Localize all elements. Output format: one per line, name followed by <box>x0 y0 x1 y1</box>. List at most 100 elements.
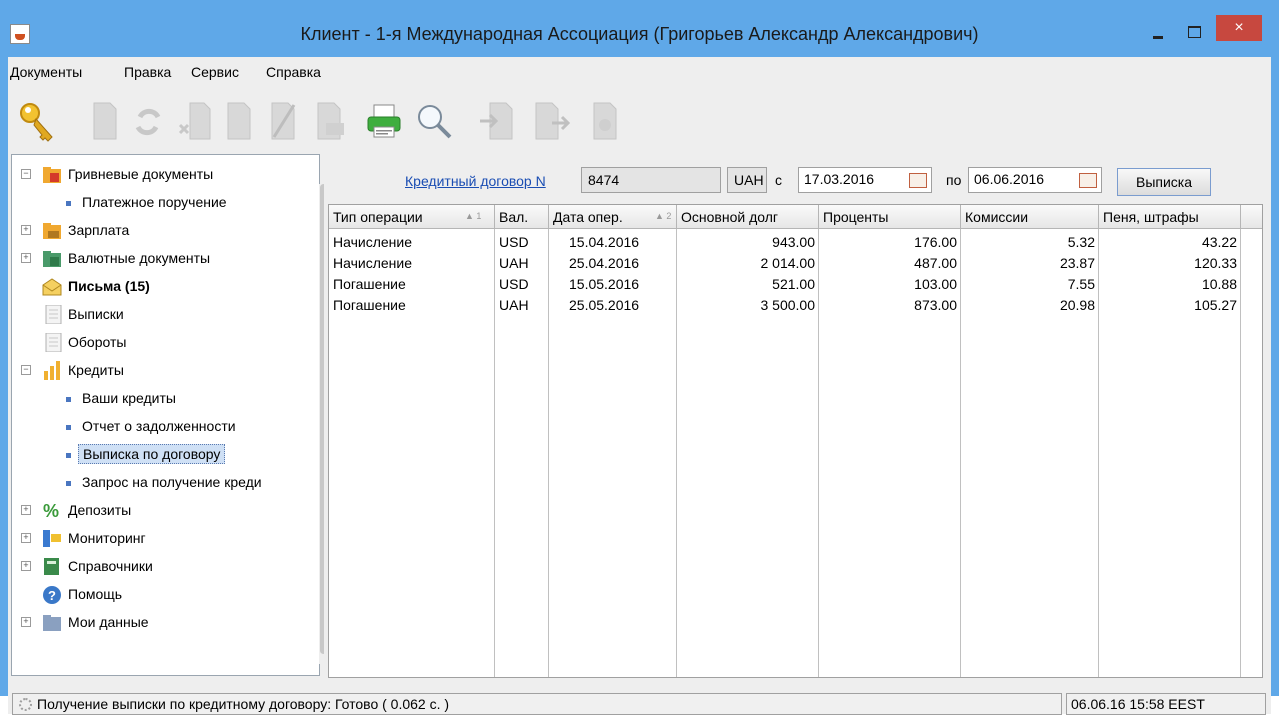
cell-commission: 5.32 <box>1067 234 1095 250</box>
column-header-interest[interactable]: Проценты <box>819 205 961 229</box>
cell-currency: USD <box>499 276 529 292</box>
cell-commission: 7.55 <box>1067 276 1095 292</box>
document-icon[interactable] <box>306 97 350 145</box>
tree-label: Мониторинг <box>68 530 146 546</box>
progress-spinner-icon <box>19 698 32 711</box>
tree-label: Мои данные <box>68 614 149 630</box>
export-icon[interactable] <box>528 97 572 145</box>
cell-interest: 487.00 <box>914 255 957 271</box>
new-document-icon[interactable] <box>82 97 126 145</box>
percent-icon: % <box>43 501 59 520</box>
statement-button[interactable]: Выписка <box>1117 168 1211 196</box>
expand-toggle[interactable]: + <box>21 533 31 543</box>
expand-toggle[interactable]: + <box>21 253 31 263</box>
minimize-button[interactable] <box>1149 22 1171 44</box>
print-icon[interactable] <box>362 97 406 145</box>
to-date-field[interactable]: 06.06.2016 <box>968 167 1102 193</box>
maximize-button[interactable] <box>1184 20 1206 42</box>
key-icon[interactable] <box>16 97 60 145</box>
cell-principal: 521.00 <box>772 276 815 292</box>
tree-label: Отчет о задолженности <box>82 418 236 434</box>
menu-bar: Документы Правка Сервис Справка <box>8 57 1271 87</box>
bullet-icon <box>66 453 71 458</box>
tree-label: Гривневые документы <box>68 166 214 182</box>
refresh-icon[interactable] <box>126 97 170 145</box>
status-bar: Получение выписки по кредитному договору… <box>8 686 1271 715</box>
tree-label: Письма (15) <box>68 278 150 294</box>
svg-text:?: ? <box>48 588 56 603</box>
tree-label: Выписки <box>68 306 124 322</box>
help-icon: ? <box>43 586 61 604</box>
calendar-icon[interactable] <box>1079 173 1097 188</box>
bullet-icon <box>66 425 71 430</box>
sort-indicator: ▲ 2 <box>655 211 672 221</box>
envelope-icon <box>42 278 62 296</box>
column-header-operation-date[interactable]: Дата опер. ▲ 2 <box>549 205 677 229</box>
client-area: Документы Правка Сервис Справка − Гривне… <box>8 57 1271 715</box>
app-window: Клиент - 1-я Международная Ассоциация (Г… <box>0 0 1279 715</box>
cell-date: 25.04.2016 <box>569 255 640 271</box>
expand-toggle[interactable]: + <box>21 225 31 235</box>
tree-label: Кредиты <box>68 362 124 378</box>
delete-icon[interactable] <box>172 97 216 145</box>
cell-interest: 176.00 <box>914 234 957 250</box>
window-title: Клиент - 1-я Международная Ассоциация (Г… <box>300 24 979 44</box>
cell-interest: 103.00 <box>914 276 957 292</box>
cell-operation-type: Погашение <box>333 297 406 313</box>
sort-indicator: ▲ 1 <box>465 211 482 221</box>
menu-documents[interactable]: Документы <box>10 64 82 80</box>
cell-date: 15.04.2016 <box>569 234 640 250</box>
cell-principal: 943.00 <box>772 234 815 250</box>
expand-toggle[interactable]: + <box>21 561 31 571</box>
tree-label: Зарплата <box>68 222 130 238</box>
sign-icon[interactable] <box>260 97 304 145</box>
tree-label: Платежное поручение <box>82 194 227 210</box>
tree-label: Запрос на получение креди <box>82 474 262 490</box>
import-icon[interactable] <box>476 97 520 145</box>
column-header-operation-type[interactable]: Тип операции ▲ 1 <box>329 205 495 229</box>
status-message-panel: Получение выписки по кредитному договору… <box>12 693 1062 715</box>
cell-principal: 3 500.00 <box>760 297 816 313</box>
column-header-penalty[interactable]: Пеня, штрафы <box>1099 205 1241 229</box>
status-message: Получение выписки по кредитному договору… <box>37 696 450 712</box>
cell-penalty: 105.27 <box>1194 297 1237 313</box>
column-header-filler <box>1241 205 1262 229</box>
collapse-toggle[interactable]: − <box>21 365 31 375</box>
menu-service[interactable]: Сервис <box>191 64 239 80</box>
cell-operation-type: Погашение <box>333 276 406 292</box>
contract-number-field[interactable]: 8474 <box>581 167 721 193</box>
cell-commission: 20.98 <box>1059 297 1095 313</box>
collapse-toggle[interactable]: − <box>21 169 31 179</box>
send-icon[interactable] <box>582 97 626 145</box>
to-date-value: 06.06.2016 <box>974 171 1045 187</box>
credit-contract-link[interactable]: Кредитный договор N <box>405 173 546 189</box>
from-date-field[interactable]: 17.03.2016 <box>798 167 932 193</box>
expand-toggle[interactable]: + <box>21 617 31 627</box>
monitoring-icon <box>43 530 61 547</box>
tree-label-selected: Выписка по договору <box>78 444 226 464</box>
cell-commission: 23.87 <box>1059 255 1095 271</box>
menu-help[interactable]: Справка <box>266 64 321 80</box>
search-icon[interactable] <box>412 97 456 145</box>
to-label: по <box>946 172 962 188</box>
expand-toggle[interactable]: + <box>21 505 31 515</box>
document-icon <box>45 305 62 324</box>
bullet-icon <box>66 481 71 486</box>
cell-operation-type: Начисление <box>333 234 412 250</box>
currency-field[interactable]: UAH <box>727 167 767 193</box>
from-label: с <box>775 172 782 188</box>
bullet-icon <box>66 397 71 402</box>
cell-currency: UAH <box>499 255 529 271</box>
menu-edit[interactable]: Правка <box>124 64 171 80</box>
calendar-icon[interactable] <box>909 173 927 188</box>
column-header-principal[interactable]: Основной долг <box>677 205 819 229</box>
close-button[interactable]: × <box>1216 15 1262 41</box>
edit-icon[interactable] <box>216 97 260 145</box>
toolbar <box>8 89 1271 153</box>
folder-salary-icon <box>43 223 61 239</box>
column-header-commission[interactable]: Комиссии <box>961 205 1099 229</box>
cell-date: 25.05.2016 <box>569 297 640 313</box>
column-header-currency[interactable]: Вал. <box>495 205 549 229</box>
folder-icon <box>43 615 61 631</box>
folder-uah-icon <box>43 167 61 183</box>
